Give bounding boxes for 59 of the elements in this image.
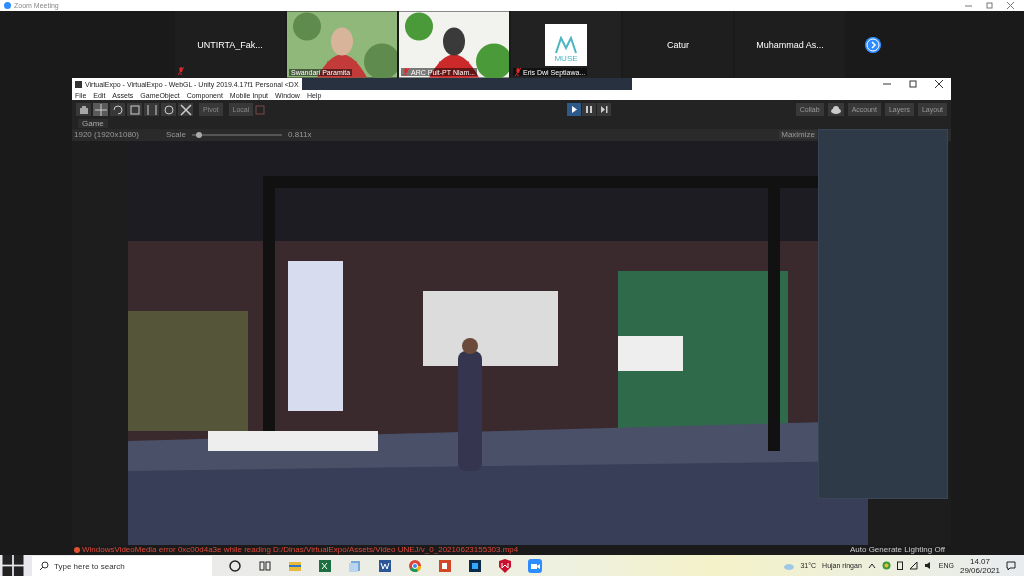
windows-start-button[interactable]	[0, 555, 26, 576]
rect-tool-button[interactable]	[144, 103, 159, 117]
custom-icon	[178, 102, 193, 117]
battery-icon[interactable]	[896, 561, 903, 570]
rotate-icon	[110, 102, 125, 117]
circle-icon[interactable]	[228, 558, 242, 573]
unity-icon	[75, 80, 82, 88]
lighting-status: Auto Generate Lighting Off	[849, 545, 945, 555]
presentation-app-icon[interactable]	[438, 558, 452, 573]
move-icon	[93, 102, 108, 117]
scale-tool-button[interactable]	[127, 103, 142, 117]
search-field[interactable]: Type here to search	[32, 556, 212, 576]
zoom-logo-icon	[4, 2, 11, 9]
step-button[interactable]	[597, 103, 612, 117]
error-icon	[74, 546, 80, 553]
chevron-up-icon[interactable]	[867, 562, 876, 569]
transform-tool-button[interactable]	[161, 103, 176, 117]
close-button[interactable]	[935, 80, 943, 88]
rotate-tool-button[interactable]	[110, 103, 125, 117]
speaker-icon[interactable]	[923, 561, 933, 570]
scale-icon	[127, 102, 142, 117]
scale-value: 0.811x	[288, 130, 312, 140]
task-view-icon[interactable]	[258, 558, 272, 573]
maximize-button[interactable]: Maximize	[779, 130, 817, 140]
cloud-button[interactable]	[827, 103, 844, 117]
rect-icon	[144, 102, 159, 117]
word-processor-icon[interactable]	[378, 558, 392, 573]
spreadsheet-app-icon[interactable]	[318, 558, 332, 573]
move-tool-button[interactable]	[93, 103, 108, 117]
scale-label: Scale	[166, 130, 186, 140]
scale-slider[interactable]	[192, 133, 282, 136]
slider-thumb[interactable]	[196, 131, 203, 138]
notifications-icon[interactable]	[1006, 560, 1016, 571]
custom-tool-button[interactable]	[178, 103, 193, 117]
image-editor-icon[interactable]	[468, 558, 482, 573]
participant-name: Catur	[667, 39, 689, 50]
display-dropdown[interactable]: 1920 (1920x1080)	[74, 130, 160, 140]
minimize-button[interactable]	[883, 80, 891, 88]
participant-name: Muhammad As...	[756, 39, 824, 50]
restore-button[interactable]	[986, 2, 993, 9]
restore-button[interactable]	[909, 80, 917, 88]
next-page-button[interactable]	[865, 36, 881, 53]
shield-icon[interactable]	[498, 558, 512, 573]
date: 29/06/2021	[959, 565, 1000, 575]
video-call-icon[interactable]	[528, 558, 542, 573]
participant-name: UNTIRTA_Fak...	[197, 39, 263, 50]
error-message: WindowsVideoMedia error 0xc00d4a3e while reading D:/Dinas/VirtualExpo/Assets/Video UNEJ/v_0_20210623155303.mp4	[82, 545, 519, 555]
browser-icon[interactable]	[408, 558, 422, 573]
clock[interactable]: 14.07 29/06/2021	[959, 556, 1000, 575]
logo-icon	[555, 35, 577, 54]
transform-icon	[161, 102, 176, 117]
search-icon	[40, 561, 49, 570]
tray-app-icon[interactable]	[881, 561, 891, 570]
logo-text: MUSE	[554, 53, 578, 63]
time: 14.07	[969, 556, 990, 566]
game-tab[interactable]: Game	[78, 119, 108, 129]
pause-button[interactable]	[582, 103, 597, 117]
network-icon[interactable]	[908, 561, 918, 570]
play-button[interactable]	[567, 103, 582, 117]
